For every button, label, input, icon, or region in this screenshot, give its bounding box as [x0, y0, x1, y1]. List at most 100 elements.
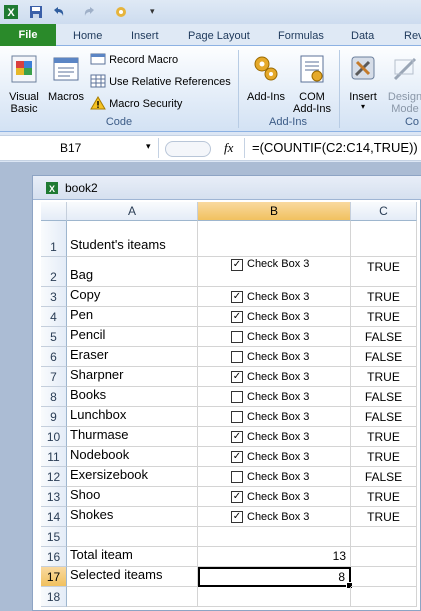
design-mode-button[interactable]: Design Mode: [385, 52, 421, 115]
checkbox-unchecked[interactable]: [231, 411, 243, 423]
cell-a[interactable]: Total iteam: [67, 547, 198, 567]
redo-icon[interactable]: [82, 4, 98, 20]
relative-references-button[interactable]: Use Relative References: [90, 73, 231, 91]
column-header-c[interactable]: C: [351, 202, 417, 221]
cell-b[interactable]: Check Box 3: [198, 467, 351, 487]
cell-c[interactable]: [351, 527, 417, 547]
cell-a[interactable]: Sharpner: [67, 367, 198, 387]
checkbox-checked[interactable]: ✓: [231, 291, 243, 303]
cell-c[interactable]: FALSE: [351, 347, 417, 367]
customize-icon[interactable]: [114, 4, 130, 20]
row-header[interactable]: 12: [41, 467, 67, 487]
row-header[interactable]: 3: [41, 287, 67, 307]
cell-a[interactable]: Exersizebook: [67, 467, 198, 487]
cell-c[interactable]: TRUE: [351, 507, 417, 527]
row-header[interactable]: 10: [41, 427, 67, 447]
checkbox-label[interactable]: Check Box 3: [247, 391, 309, 403]
cell-b[interactable]: ✓ Check Box 3: [198, 507, 351, 527]
tab-review[interactable]: Rev: [404, 27, 421, 45]
cell-b[interactable]: ✓ Check Box 3: [198, 257, 351, 287]
cell-a[interactable]: Student's iteams: [67, 221, 198, 257]
cell-a[interactable]: Eraser: [67, 347, 198, 367]
cell-b[interactable]: ✓ Check Box 3: [198, 367, 351, 387]
cell-b[interactable]: [198, 587, 351, 607]
cell-b[interactable]: ✓ Check Box 3: [198, 307, 351, 327]
cell-c[interactable]: FALSE: [351, 387, 417, 407]
checkbox-label[interactable]: Check Box 3: [247, 451, 309, 463]
cell-a[interactable]: [67, 527, 198, 547]
cell-c[interactable]: [351, 587, 417, 607]
row-header[interactable]: 5: [41, 327, 67, 347]
cell-b[interactable]: Check Box 3: [198, 347, 351, 367]
checkbox-label[interactable]: Check Box 3: [247, 331, 309, 343]
row-header[interactable]: 15: [41, 527, 67, 547]
cell-a[interactable]: Shokes: [67, 507, 198, 527]
insert-function-icon[interactable]: fx: [224, 140, 233, 156]
cell-a[interactable]: Copy: [67, 287, 198, 307]
tab-insert[interactable]: Insert: [131, 27, 159, 45]
cell-b[interactable]: [198, 527, 351, 547]
checkbox-checked[interactable]: ✓: [231, 431, 243, 443]
row-header[interactable]: 8: [41, 387, 67, 407]
macro-security-button[interactable]: Macro Security: [90, 95, 182, 113]
cell-c[interactable]: [351, 221, 417, 257]
checkbox-checked[interactable]: ✓: [231, 451, 243, 463]
cell-b[interactable]: 13: [198, 547, 351, 567]
cell-b[interactable]: ✓ Check Box 3: [198, 287, 351, 307]
cell-a[interactable]: Pencil: [67, 327, 198, 347]
cell-b[interactable]: ✓ Check Box 3: [198, 447, 351, 467]
com-add-ins-button[interactable]: COM Add-Ins: [288, 52, 336, 115]
cell-b-selected[interactable]: 8: [198, 567, 353, 589]
tab-formulas[interactable]: Formulas: [278, 27, 324, 45]
checkbox-checked[interactable]: ✓: [231, 491, 243, 503]
checkbox-unchecked[interactable]: [231, 391, 243, 403]
insert-controls-button[interactable]: Insert ▾: [343, 52, 383, 111]
tab-home[interactable]: Home: [73, 27, 102, 45]
cell-a[interactable]: Nodebook: [67, 447, 198, 467]
qat-dropdown-icon[interactable]: ▾: [150, 6, 155, 17]
cell-a[interactable]: Pen: [67, 307, 198, 327]
cell-c[interactable]: TRUE: [351, 427, 417, 447]
checkbox-label[interactable]: Check Box 3: [247, 371, 309, 383]
checkbox-label[interactable]: Check Box 3: [247, 258, 309, 270]
checkbox-label[interactable]: Check Box 3: [247, 411, 309, 423]
add-ins-button[interactable]: Add-Ins: [242, 52, 290, 103]
cell-b[interactable]: ✓ Check Box 3: [198, 427, 351, 447]
checkbox-unchecked[interactable]: [231, 471, 243, 483]
row-header[interactable]: 2: [41, 257, 67, 287]
checkbox-checked[interactable]: ✓: [231, 511, 243, 523]
row-header[interactable]: 6: [41, 347, 67, 367]
name-box-dropdown-icon[interactable]: ▾: [146, 141, 151, 152]
checkbox-label[interactable]: Check Box 3: [247, 491, 309, 503]
cell-c[interactable]: FALSE: [351, 467, 417, 487]
checkbox-checked[interactable]: ✓: [231, 259, 243, 271]
checkbox-label[interactable]: Check Box 3: [247, 291, 309, 303]
row-header[interactable]: 16: [41, 547, 67, 567]
cell-a[interactable]: Lunchbox: [67, 407, 198, 427]
checkbox-checked[interactable]: ✓: [231, 311, 243, 323]
cell-b[interactable]: Check Box 3: [198, 327, 351, 347]
cell-b[interactable]: Check Box 3: [198, 407, 351, 427]
tab-data[interactable]: Data: [351, 27, 374, 45]
cell-c[interactable]: TRUE: [351, 367, 417, 387]
cell-c[interactable]: FALSE: [351, 407, 417, 427]
row-header[interactable]: 7: [41, 367, 67, 387]
cell-a[interactable]: [67, 587, 198, 607]
cell-c[interactable]: TRUE: [351, 307, 417, 327]
cell-b[interactable]: Check Box 3: [198, 387, 351, 407]
cell-a[interactable]: Thurmase: [67, 427, 198, 447]
row-header[interactable]: 18: [41, 587, 67, 607]
checkbox-checked[interactable]: ✓: [231, 371, 243, 383]
checkbox-label[interactable]: Check Box 3: [247, 351, 309, 363]
cell-c[interactable]: [351, 567, 417, 587]
macros-button[interactable]: Macros: [46, 52, 86, 103]
cell-c[interactable]: TRUE: [351, 447, 417, 467]
cell-b[interactable]: [198, 221, 351, 257]
formula-input[interactable]: =(COUNTIF(C2:C14,TRUE)): [252, 140, 418, 155]
row-header[interactable]: 11: [41, 447, 67, 467]
checkbox-label[interactable]: Check Box 3: [247, 431, 309, 443]
cell-a[interactable]: Bag: [67, 257, 198, 287]
cell-a[interactable]: Shoo: [67, 487, 198, 507]
checkbox-label[interactable]: Check Box 3: [247, 311, 309, 323]
checkbox-unchecked[interactable]: [231, 331, 243, 343]
